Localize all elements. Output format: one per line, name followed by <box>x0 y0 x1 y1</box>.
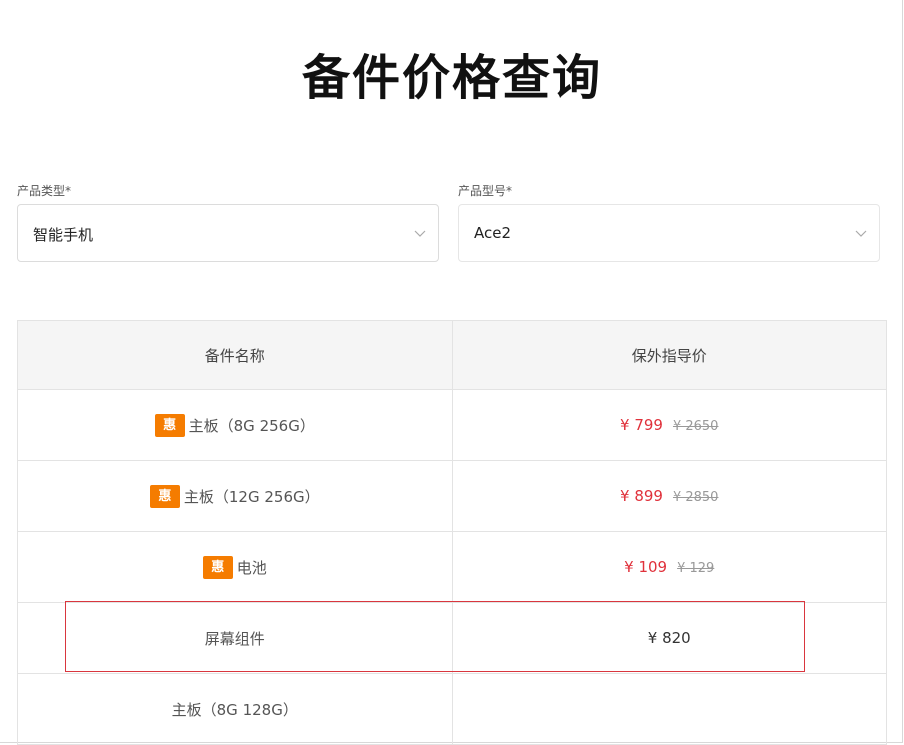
discount-badge: 惠 <box>149 484 180 508</box>
product-type-value: 智能手机 <box>33 226 94 244</box>
discount-badge: 惠 <box>202 555 233 579</box>
product-type-label: 产品类型* <box>17 184 72 198</box>
discount-badge: 惠 <box>154 413 185 437</box>
discount-price: ¥ 799 <box>620 416 663 434</box>
part-name-cell: 惠主板（8G 256G） <box>17 389 453 461</box>
table-header-row: 备件名称 保外指导价 <box>17 320 887 390</box>
part-name-cell: 惠主板（12G 256G） <box>17 460 453 532</box>
original-price: ¥ 129 <box>677 561 715 576</box>
part-name: 主板（8G 256G） <box>188 416 315 435</box>
original-price: ¥ 2650 <box>672 419 719 434</box>
column-header-part-name: 备件名称 <box>17 320 453 390</box>
discount-price: ¥ 899 <box>620 487 663 505</box>
table-row: 惠主板（12G 256G） ¥ 899 ¥ 2850 <box>17 460 887 532</box>
chevron-down-icon <box>414 230 426 237</box>
chevron-down-icon <box>855 230 867 237</box>
table-row: 惠电池 ¥ 109 ¥ 129 <box>17 531 887 603</box>
price: ¥ 820 <box>647 629 691 647</box>
product-model-value: Ace2 <box>474 224 512 242</box>
product-model-select[interactable]: Ace2 <box>458 204 880 262</box>
part-name: 主板（12G 256G） <box>183 487 320 506</box>
table-row: 主板（8G 128G） <box>17 673 887 745</box>
price-cell: ¥ 799 ¥ 2650 <box>451 389 887 461</box>
original-price: ¥ 2850 <box>672 490 719 505</box>
column-header-price: 保外指导价 <box>451 320 887 390</box>
product-model-label: 产品型号* <box>458 184 513 198</box>
price-cell: ¥ 820 <box>451 602 887 674</box>
part-name: 屏幕组件 <box>204 629 265 648</box>
part-name-cell: 主板（8G 128G） <box>17 673 453 745</box>
product-type-select[interactable]: 智能手机 <box>17 204 439 262</box>
table-row: 惠主板（8G 256G） ¥ 799 ¥ 2650 <box>17 389 887 461</box>
price-cell: ¥ 899 ¥ 2850 <box>451 460 887 532</box>
part-name: 电池 <box>236 558 267 577</box>
discount-price: ¥ 109 <box>624 558 668 576</box>
price-cell: ¥ 109 ¥ 129 <box>451 531 887 603</box>
price-table: 备件名称 保外指导价 惠主板（8G 256G） ¥ 799 ¥ 2650 惠主板（… <box>17 320 887 745</box>
part-name-cell: 惠电池 <box>17 531 453 603</box>
price-cell <box>451 673 887 745</box>
part-name-cell: 屏幕组件 <box>17 602 453 674</box>
table-row: 屏幕组件 ¥ 820 <box>17 602 887 674</box>
part-name: 主板（8G 128G） <box>171 700 298 719</box>
page-title: 备件价格查询 <box>301 50 602 106</box>
